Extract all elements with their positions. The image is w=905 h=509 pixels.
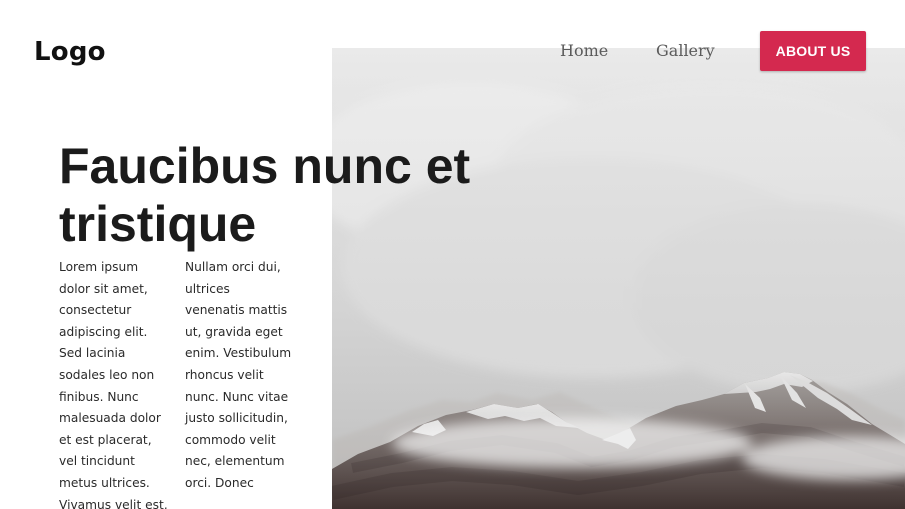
about-us-button[interactable]: ABOUT US [760,31,866,71]
hero-text-column-1: Lorem ipsum dolor sit amet, consectetur … [59,257,171,509]
nav-link-gallery[interactable]: Gallery [656,38,715,64]
hero-title: Faucibus nunc et tristique [59,138,471,252]
site-logo[interactable]: Logo [34,34,106,70]
hero-text-column-1-text: Lorem ipsum dolor sit amet, consectetur … [59,260,168,509]
nav-link-home[interactable]: Home [560,38,608,64]
page: Logo Home Gallery ABOUT US Faucibus nunc… [0,0,905,509]
hero-text-column-2-text: Nullam orci dui, ultrices venenatis matt… [185,260,292,490]
hero-image [332,48,905,509]
hero-text-column-2: Nullam orci dui, ultrices venenatis matt… [185,257,293,495]
